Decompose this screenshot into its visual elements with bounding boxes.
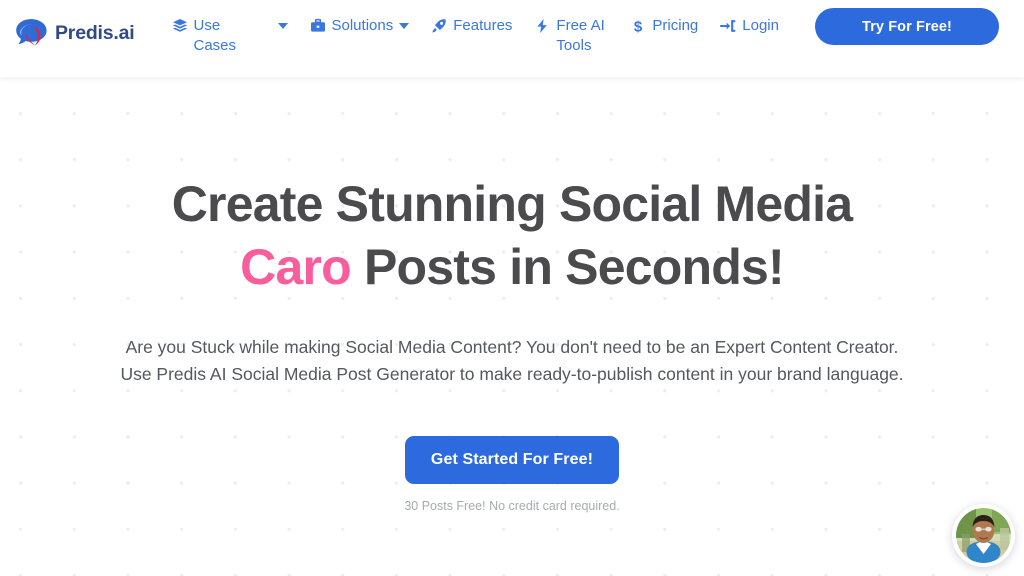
nav-label-use-cases: Use Cases: [193, 17, 237, 54]
hero-subheading: Are you Stuck while making Social Media …: [0, 299, 1024, 388]
cta-note: 30 Posts Free! No credit card required.: [404, 499, 620, 513]
nav-label-pricing: Pricing: [652, 17, 699, 34]
user-avatar-photo: [956, 508, 1011, 563]
brand-name: Predis.ai: [55, 21, 135, 44]
cta-container: Get Started For Free! 30 Posts Free! No …: [0, 388, 1024, 513]
nav-item-pricing[interactable]: $ Pricing: [619, 16, 709, 36]
dollar-sign-icon: $: [634, 18, 643, 34]
subhead-line-1: Are you Stuck while making Social Media …: [125, 337, 899, 357]
lightning-bolt-icon: [537, 19, 548, 33]
nav-item-features[interactable]: Features: [420, 16, 523, 36]
rocket-icon: [432, 19, 446, 33]
site-header: Predis.ai Use Cases Solutions Features F…: [0, 0, 1024, 77]
speech-bubble-logo-icon: [16, 19, 47, 46]
main-navigation: Use Cases Solutions Features Free AI Too…: [161, 16, 790, 56]
support-avatar-widget[interactable]: [952, 504, 1015, 567]
sign-in-icon: [720, 20, 736, 32]
nav-label-solutions: Solutions: [331, 17, 394, 34]
nav-item-free-ai-tools[interactable]: Free AI Tools: [523, 16, 619, 56]
nav-label-login: Login: [742, 17, 779, 34]
headline-line-1: Create Stunning Social Media: [171, 176, 853, 232]
chevron-down-icon[interactable]: [277, 23, 288, 29]
page-title: Create Stunning Social Media Caro Posts …: [0, 77, 1024, 299]
svg-text:$: $: [634, 18, 643, 34]
subhead-line-2: Use Predis AI Social Media Post Generato…: [120, 364, 904, 384]
nav-label-features: Features: [453, 17, 513, 34]
landing-page: Predis.ai Use Cases Solutions Features F…: [0, 0, 1024, 576]
hero-section: Create Stunning Social Media Caro Posts …: [0, 77, 1024, 513]
headline-line-2-rest: Posts in Seconds!: [350, 239, 785, 295]
chevron-down-icon[interactable]: [399, 23, 410, 29]
nav-item-use-cases[interactable]: Use Cases: [161, 16, 299, 56]
nav-item-solutions[interactable]: Solutions: [299, 16, 421, 36]
nav-label-free-ai-tools: Free AI Tools: [556, 17, 605, 54]
layers-icon: [172, 19, 187, 32]
headline-accent-word: Caro: [240, 239, 352, 295]
try-for-free-button[interactable]: Try For Free!: [815, 8, 999, 45]
briefcase-icon: [310, 18, 325, 32]
get-started-button[interactable]: Get Started For Free!: [404, 436, 620, 484]
nav-item-login[interactable]: Login: [709, 16, 790, 36]
brand-logo-link[interactable]: Predis.ai: [14, 17, 135, 49]
